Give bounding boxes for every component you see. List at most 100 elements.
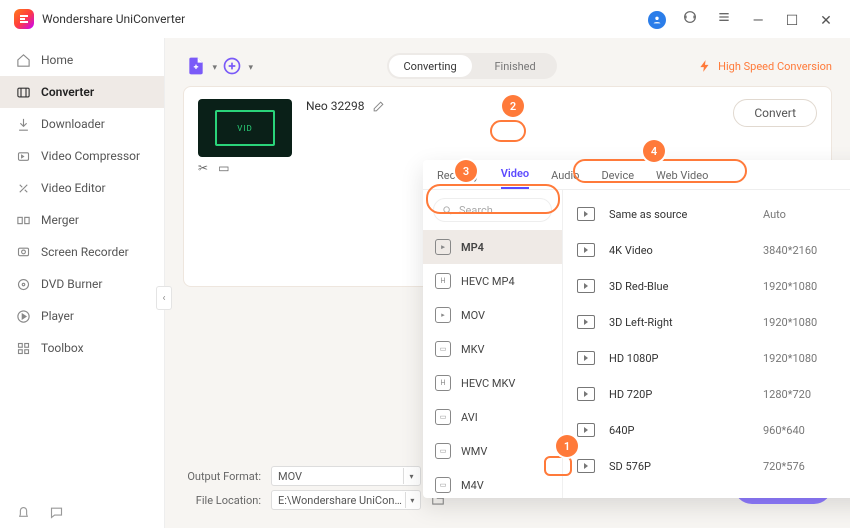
sidebar-item-label: Home: [41, 53, 73, 67]
ring-output-format-dropdown: [544, 456, 572, 476]
window-close[interactable]: ✕: [816, 11, 836, 31]
video-icon: [577, 315, 595, 329]
high-speed-label: High Speed Conversion: [718, 60, 832, 73]
trim-icon[interactable]: ✂: [198, 161, 208, 175]
tab-finished[interactable]: Finished: [474, 53, 557, 79]
callout-4: 4: [643, 140, 665, 162]
preset-resolution: 960*640: [763, 424, 850, 437]
output-format-label: Output Format:: [183, 470, 261, 483]
sidebar-item-dvd[interactable]: DVD Burner: [0, 268, 164, 300]
status-segment: Converting Finished: [387, 53, 557, 79]
preset-resolution: 3840*2160: [763, 244, 850, 257]
sidebar-item-converter[interactable]: Converter: [0, 76, 164, 108]
video-icon: [577, 243, 595, 257]
sidebar-item-player[interactable]: Player: [0, 300, 164, 332]
preset-item[interactable]: 4K Video 3840*2160: [563, 232, 850, 268]
add-folder-button[interactable]: ▾: [219, 53, 245, 79]
preset-resolution: 1920*1080: [763, 316, 850, 329]
callout-1: 1: [556, 435, 578, 457]
sidebar-item-recorder[interactable]: Screen Recorder: [0, 236, 164, 268]
sidebar-item-downloader[interactable]: Downloader: [0, 108, 164, 140]
support-icon[interactable]: [680, 7, 700, 27]
sidebar-item-label: Screen Recorder: [41, 245, 129, 259]
ring-same-as-source: [573, 159, 747, 183]
callout-3: 3: [455, 160, 477, 182]
preset-name: 3D Left-Right: [609, 316, 749, 329]
file-location-value: E:\Wondershare UniConverter: [278, 494, 405, 507]
window-minimize[interactable]: —: [748, 11, 768, 31]
menu-icon[interactable]: [714, 7, 734, 27]
chevron-down-icon: ▾: [248, 63, 253, 73]
sidebar-item-editor[interactable]: Video Editor: [0, 172, 164, 204]
format-list: Search ▸MP4 HHEVC MP4 ▸MOV ▭MKV HHEVC MK…: [423, 190, 563, 498]
sidebar-item-label: Toolbox: [41, 341, 84, 355]
video-icon: [577, 387, 595, 401]
format-item-hevcmp4[interactable]: HHEVC MP4: [423, 264, 562, 298]
preset-resolution: 1280*720: [763, 388, 850, 401]
video-icon: [577, 423, 595, 437]
video-thumbnail[interactable]: VID ✂ ▭: [198, 99, 292, 157]
sidebar: Home Converter Downloader Video Compress…: [0, 38, 165, 528]
preset-item[interactable]: SD 576P720*576: [563, 448, 850, 484]
sidebar-item-label: Downloader: [41, 117, 105, 131]
preset-name: HD 720P: [609, 388, 749, 401]
chevron-down-icon: ▾: [405, 492, 419, 508]
video-icon: [577, 279, 595, 293]
preset-item[interactable]: 640P 960*640: [563, 412, 850, 448]
preset-name: SD 576P: [609, 460, 749, 473]
format-item-mp4[interactable]: ▸MP4: [423, 230, 562, 264]
video-icon: [577, 351, 595, 365]
high-speed-conversion[interactable]: High Speed Conversion: [698, 59, 832, 73]
output-format-value: MOV: [278, 470, 302, 483]
app-title: Wondershare UniConverter: [42, 12, 185, 26]
notifications-icon[interactable]: [16, 505, 31, 520]
edit-name-icon[interactable]: [372, 100, 385, 113]
format-item-m4v[interactable]: ▭M4V: [423, 468, 562, 498]
toolbar: ▾ ▾ Converting Finished High Speed Conve…: [183, 46, 832, 86]
preset-name: 640P: [609, 424, 749, 437]
sidebar-item-label: Converter: [41, 85, 94, 99]
preset-resolution: 1920*1080: [763, 352, 850, 365]
preset-item[interactable]: 3D Red-Blue 1920*1080: [563, 268, 850, 304]
output-format-select[interactable]: MOV ▾: [271, 466, 421, 486]
feedback-icon[interactable]: [49, 505, 64, 520]
preset-resolution: 1920*1080: [763, 280, 850, 293]
sidebar-item-label: Video Compressor: [41, 149, 140, 163]
sidebar-item-compressor[interactable]: Video Compressor: [0, 140, 164, 172]
format-item-wmv[interactable]: ▭WMV: [423, 434, 562, 468]
preset-resolution: Auto: [763, 208, 850, 221]
sidebar-item-label: Player: [41, 309, 74, 323]
sidebar-item-toolbox[interactable]: Toolbox: [0, 332, 164, 364]
chevron-down-icon: ▾: [403, 468, 419, 484]
tab-converting[interactable]: Converting: [389, 55, 472, 77]
sidebar-item-label: Video Editor: [41, 181, 106, 195]
callout-2: 2: [502, 95, 524, 117]
sidebar-item-home[interactable]: Home: [0, 44, 164, 76]
preset-name: 3D Red-Blue: [609, 280, 749, 293]
window-maximize[interactable]: ☐: [782, 11, 802, 31]
file-name: Neo 32298: [306, 99, 364, 113]
preset-name: 4K Video: [609, 244, 749, 257]
add-file-button[interactable]: ▾: [183, 53, 209, 79]
preset-item[interactable]: Same as source Auto: [563, 196, 850, 232]
video-icon: [577, 459, 595, 473]
file-location-select[interactable]: E:\Wondershare UniConverter ▾: [271, 490, 421, 510]
ring-mp4: [426, 184, 560, 214]
preset-name: Same as source: [609, 208, 749, 221]
convert-button[interactable]: Convert: [733, 99, 817, 127]
preset-item[interactable]: HD 1080P 1920*1080: [563, 340, 850, 376]
format-item-mkv[interactable]: ▭MKV: [423, 332, 562, 366]
format-item-hevcmkv[interactable]: HHEVC MKV: [423, 366, 562, 400]
format-item-avi[interactable]: ▭AVI: [423, 400, 562, 434]
preset-list: Same as source Auto 4K Video 3840*2160 3D Re…: [563, 190, 850, 498]
ring-video-tab: [490, 120, 526, 142]
crop-icon[interactable]: ▭: [218, 161, 229, 175]
user-avatar-icon[interactable]: [648, 11, 666, 29]
sidebar-item-label: Merger: [41, 213, 79, 227]
format-item-mov[interactable]: ▸MOV: [423, 298, 562, 332]
chevron-down-icon: ▾: [212, 63, 217, 73]
preset-name: HD 1080P: [609, 352, 749, 365]
preset-item[interactable]: HD 720P 1280*720: [563, 376, 850, 412]
preset-item[interactable]: 3D Left-Right 1920*1080: [563, 304, 850, 340]
sidebar-item-merger[interactable]: Merger: [0, 204, 164, 236]
